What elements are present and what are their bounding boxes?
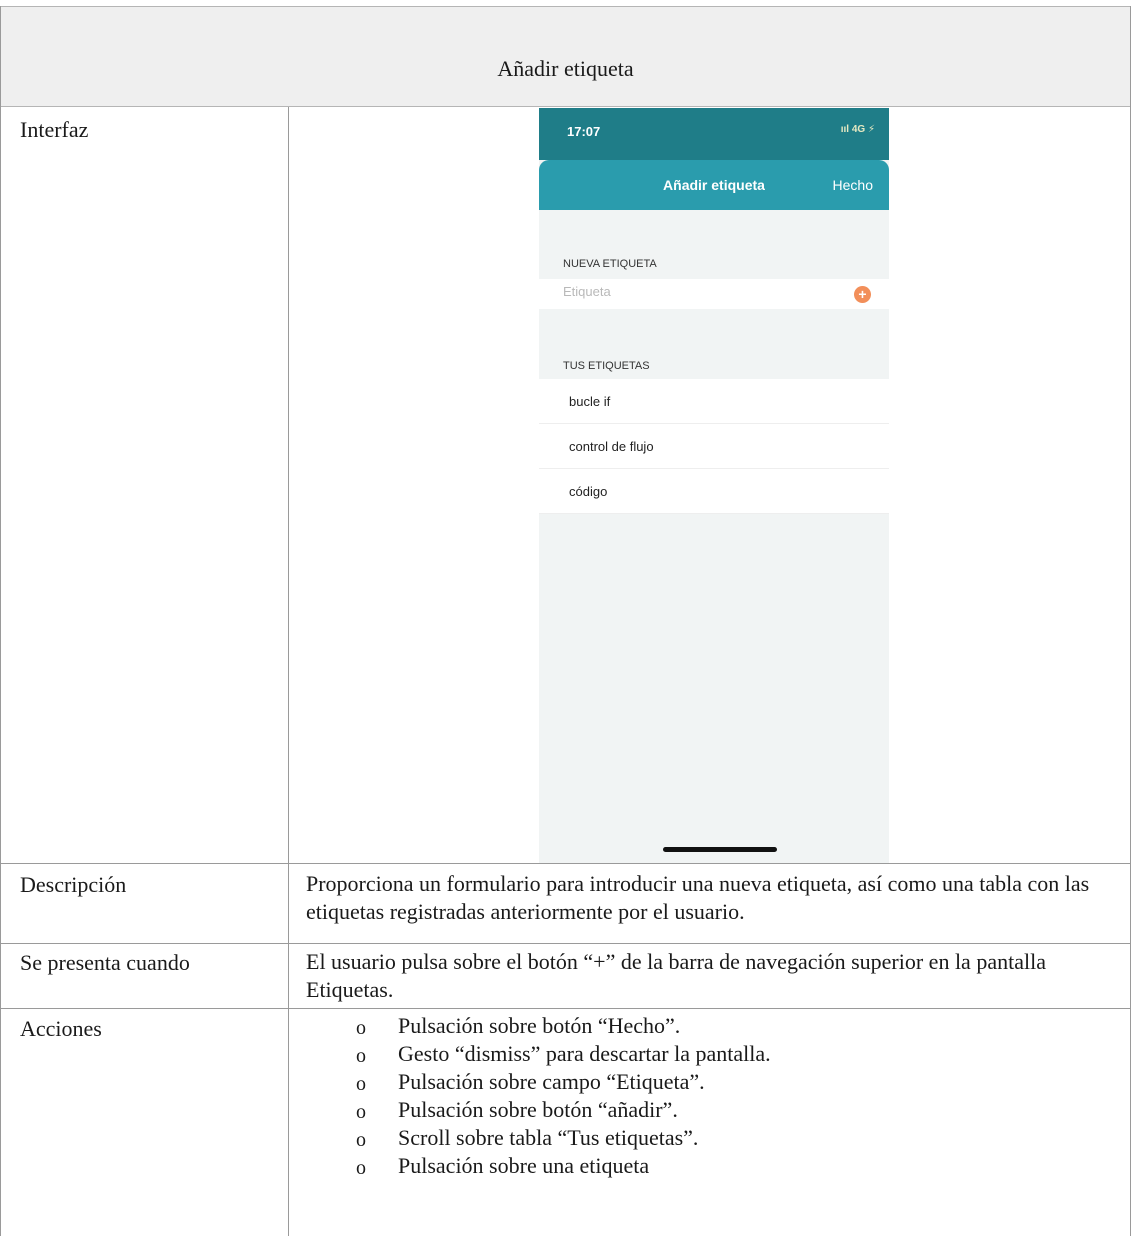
acciones-label: Acciones xyxy=(20,1016,102,1041)
row-divider xyxy=(0,863,1131,864)
home-indicator[interactable] xyxy=(663,847,777,852)
tag-label: código xyxy=(569,484,608,499)
action-text: Pulsación sobre botón “Hecho”. xyxy=(398,1013,681,1038)
your-tags-section-label: TUS ETIQUETAS xyxy=(563,360,650,372)
status-bar: 17:07 ııl 4G ⚡ xyxy=(539,108,889,160)
action-text: Scroll sobre tabla “Tus etiquetas”. xyxy=(398,1125,699,1150)
se-presenta-text: El usuario pulsa sobre el botón “+” de l… xyxy=(306,949,1046,1002)
status-time: 17:07 xyxy=(567,124,601,139)
tag-label: control de flujo xyxy=(569,439,654,454)
list-item[interactable]: control de flujo xyxy=(539,424,889,469)
done-button[interactable]: Hecho xyxy=(833,177,873,193)
tag-label: bucle if xyxy=(569,394,611,409)
phone-screenshot: 17:07 ııl 4G ⚡ Añadir etiqueta Hecho NUE… xyxy=(539,108,889,863)
row-divider xyxy=(0,1008,1131,1009)
bullet-icon: o xyxy=(356,1045,366,1067)
list-item[interactable]: código xyxy=(539,469,889,514)
bullet-icon: o xyxy=(356,1129,366,1151)
tag-input[interactable] xyxy=(563,284,833,299)
left-border xyxy=(0,6,1,1236)
add-tag-button[interactable]: + xyxy=(854,286,871,303)
new-tag-section-label: NUEVA ETIQUETA xyxy=(563,258,657,270)
document-table: Añadir etiqueta Interfaz 17:07 ııl 4G ⚡ … xyxy=(0,0,1131,1236)
column-divider xyxy=(288,107,289,1236)
table-header: Añadir etiqueta xyxy=(0,6,1131,107)
tags-list[interactable]: bucle if control de flujo código xyxy=(539,379,889,514)
interfaz-label: Interfaz xyxy=(20,117,89,142)
descripcion-text: Proporciona un formulario para introduci… xyxy=(306,871,1090,924)
bullet-icon: o xyxy=(356,1101,366,1123)
row-divider xyxy=(0,943,1131,944)
bullet-icon: o xyxy=(356,1017,366,1039)
se-presenta-label: Se presenta cuando xyxy=(20,950,190,975)
action-text: Pulsación sobre botón “añadir”. xyxy=(398,1097,678,1122)
action-text: Gesto “dismiss” para descartar la pantal… xyxy=(398,1041,771,1066)
new-tag-row: + xyxy=(539,279,889,309)
bullet-icon: o xyxy=(356,1157,366,1179)
signal-battery-icon: ııl 4G ⚡ xyxy=(840,124,875,135)
descripcion-label: Descripción xyxy=(20,872,127,897)
navigation-bar: Añadir etiqueta Hecho xyxy=(539,160,889,210)
action-text: Pulsación sobre campo “Etiqueta”. xyxy=(398,1069,705,1094)
bullet-icon: o xyxy=(356,1073,366,1095)
list-item[interactable]: bucle if xyxy=(539,379,889,424)
table-title: Añadir etiqueta xyxy=(497,56,634,81)
action-text: Pulsación sobre una etiqueta xyxy=(398,1153,650,1178)
